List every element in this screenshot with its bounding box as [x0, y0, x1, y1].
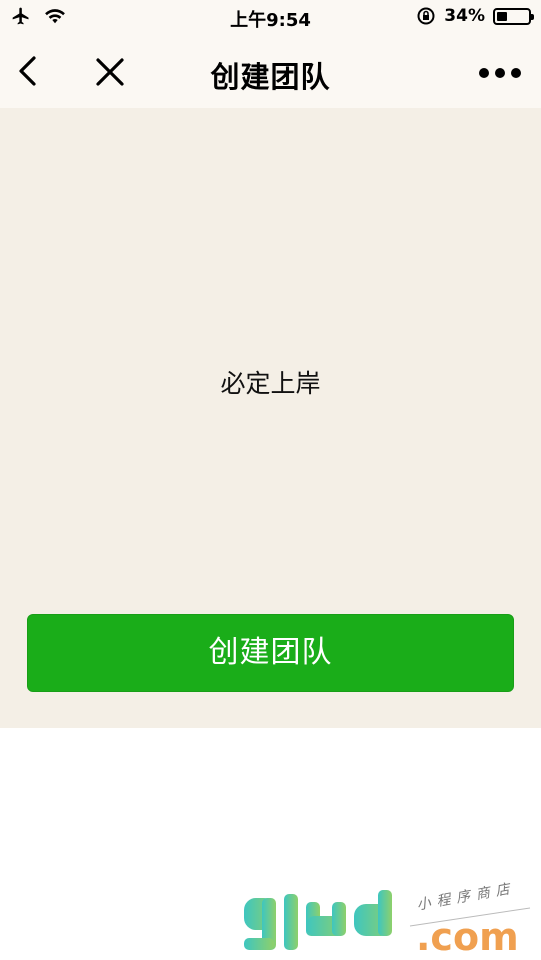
navigation-bar: 创建团队: [0, 36, 541, 108]
status-right: 34%: [416, 6, 534, 26]
battery-fill: [497, 11, 507, 21]
battery-icon: [493, 7, 534, 25]
status-bar: 上午9:54 34%: [0, 0, 541, 36]
battery-percentage: 34%: [444, 6, 485, 26]
watermark-logo: 小程序商店 .com: [240, 880, 540, 960]
watermark-domain: .com: [416, 915, 519, 959]
page-title: 创建团队: [210, 60, 331, 94]
more-options-button[interactable]: [479, 63, 523, 83]
more-dot-icon: [479, 68, 489, 78]
create-team-button[interactable]: 创建团队: [27, 614, 514, 692]
orientation-lock-icon: [417, 7, 435, 25]
team-name: 必定上岸: [220, 369, 321, 398]
more-dot-icon: [511, 68, 521, 78]
main-content: 必定上岸 创建团队: [0, 108, 541, 728]
more-dot-icon: [495, 68, 505, 78]
